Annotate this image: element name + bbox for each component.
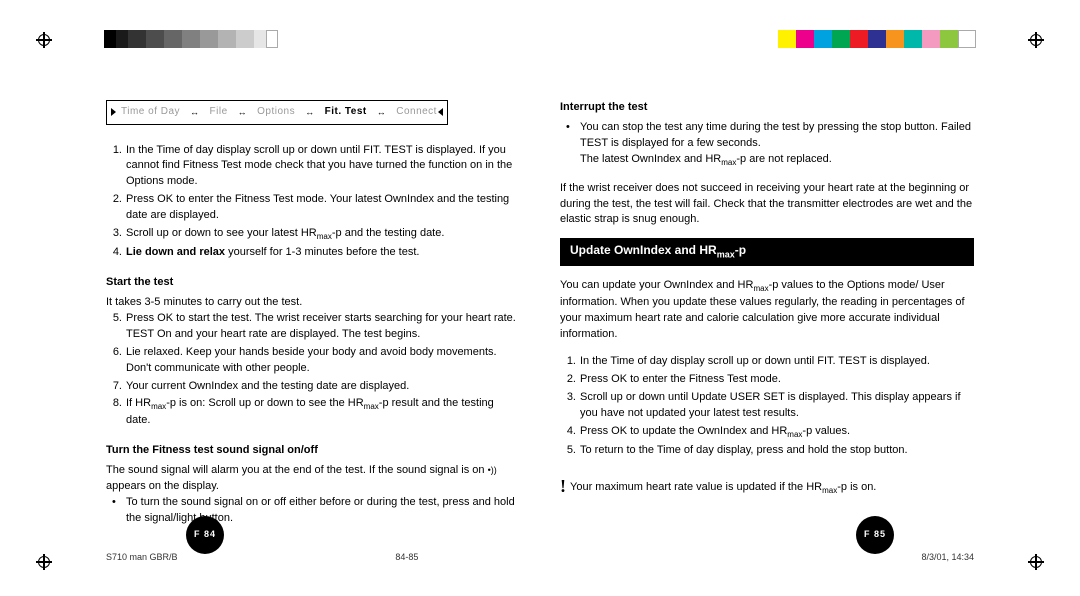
interrupt-note: If the wrist receiver does not succeed i… (560, 181, 974, 229)
start-test-heading: Start the test (106, 275, 520, 291)
page-number-badge: F 84 (186, 516, 224, 554)
footer-date: 8/3/01, 14:34 (685, 551, 974, 564)
list-item: 2.Press OK to enter the Fitness Test mod… (578, 372, 974, 388)
footer-page-range: 84-85 (395, 551, 684, 564)
warning-icon: ! (560, 473, 566, 499)
interrupt-bullets: You can stop the test any time during th… (560, 120, 974, 169)
list-item: 7.Your current OwnIndex and the testing … (124, 379, 520, 395)
sound-icon: •)) (488, 464, 497, 477)
start-test-intro: It takes 3-5 minutes to carry out the te… (106, 295, 520, 311)
cmyk-colorbar (778, 30, 976, 48)
list-item: 8.If HRmax-p is on: Scroll up or down to… (124, 396, 520, 429)
list-item: To turn the sound signal on or off eithe… (124, 495, 520, 527)
grayscale-colorbar (104, 30, 278, 48)
page-left: Time of Day ↔ File ↔ Options ↔ Fit. Test ↔ Conne… (106, 100, 520, 529)
list-item: 6.Lie relaxed. Keep your hands beside yo… (124, 345, 520, 377)
arrow-icon: ↔ (305, 106, 315, 119)
arrow-icon: ↔ (190, 106, 200, 119)
nav-item: Fit. Test (325, 105, 367, 120)
page-number-badge: F 85 (856, 516, 894, 554)
list-item: 1.In the Time of day display scroll up o… (124, 143, 520, 191)
sound-signal-intro: The sound signal will alarm you at the e… (106, 463, 520, 495)
nav-item: Time of Day (121, 105, 180, 120)
list-item: 3.Scroll up or down to see your latest H… (124, 226, 520, 243)
update-section-bar: Update OwnIndex and HRmax-p (560, 238, 974, 265)
sound-signal-bullets: To turn the sound signal on or off eithe… (106, 495, 520, 527)
registration-mark-icon (1028, 32, 1044, 48)
start-test-steps-list: 5.Press OK to start the test. The wrist … (106, 311, 520, 429)
arrow-icon: ↔ (238, 106, 248, 119)
nav-item: Options (257, 105, 295, 120)
setup-steps-list: 1.In the Time of day display scroll up o… (106, 143, 520, 261)
nav-item: Connect (396, 105, 437, 120)
list-item: 5.Press OK to start the test. The wrist … (124, 311, 520, 343)
registration-mark-icon (36, 32, 52, 48)
page-right: Interrupt the test You can stop the test… (560, 100, 974, 529)
registration-mark-icon (1028, 554, 1044, 570)
update-intro: You can update your OwnIndex and HRmax-p… (560, 278, 974, 343)
footer-doc-name: S710 man GBR/B (106, 551, 395, 564)
sound-signal-heading: Turn the Fitness test sound signal on/of… (106, 443, 520, 459)
list-item: 5.To return to the Time of day display, … (578, 443, 974, 459)
list-item: 1.In the Time of day display scroll up o… (578, 354, 974, 370)
print-footer: S710 man GBR/B 84-85 8/3/01, 14:34 (106, 551, 974, 564)
list-item: 4.Lie down and relax yourself for 1-3 mi… (124, 245, 520, 261)
mode-nav-box: Time of Day ↔ File ↔ Options ↔ Fit. Test ↔ Conne… (106, 100, 448, 125)
registration-mark-icon (36, 554, 52, 570)
list-item: 4.Press OK to update the OwnIndex and HR… (578, 424, 974, 441)
list-item: 3.Scroll up or down until Update USER SE… (578, 390, 974, 422)
warning-note: !Your maximum heart rate value is update… (560, 473, 974, 499)
list-item: You can stop the test any time during th… (578, 120, 974, 169)
list-item: 2.Press OK to enter the Fitness Test mod… (124, 192, 520, 224)
update-steps-list: 1.In the Time of day display scroll up o… (560, 354, 974, 458)
arrow-icon: ↔ (377, 106, 387, 119)
nav-item: File (210, 105, 228, 120)
interrupt-heading: Interrupt the test (560, 100, 974, 116)
